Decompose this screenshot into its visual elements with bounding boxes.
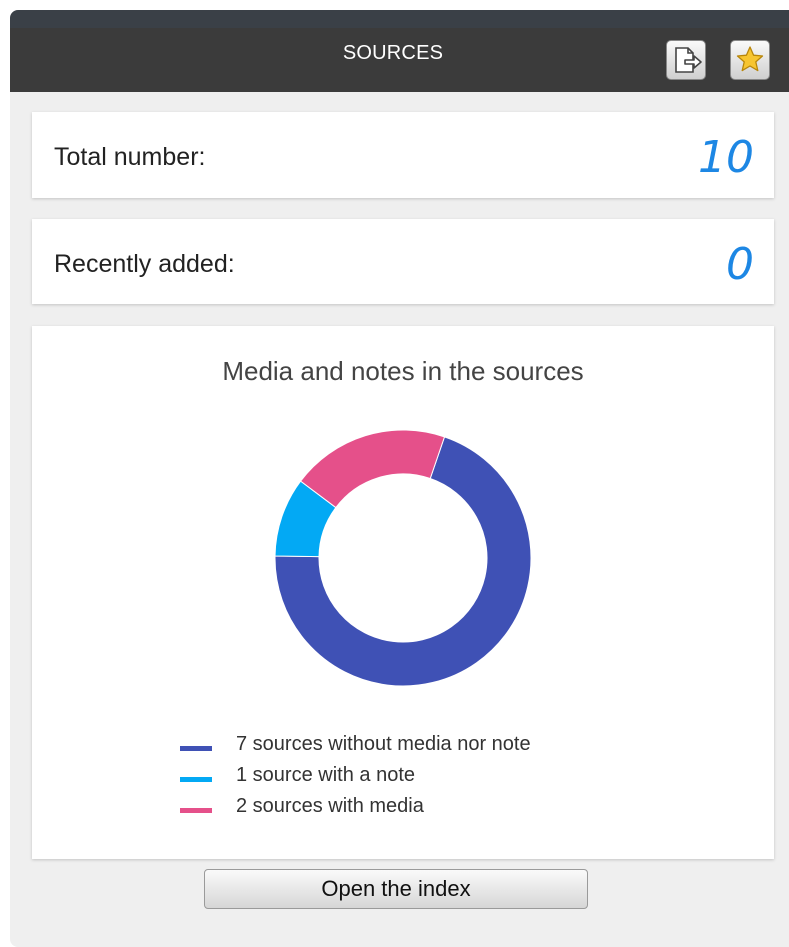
recently-added-card: Recently added: 0 xyxy=(32,219,774,304)
legend-swatch xyxy=(180,746,212,751)
export-page-icon xyxy=(675,47,702,73)
media-notes-chart-card: Media and notes in the sources 7 sources… xyxy=(32,326,774,859)
legend-label: 7 sources without media nor note xyxy=(236,733,531,755)
sources-widget: SOURCES Total number: 10 Recently added:… xyxy=(10,10,789,947)
legend-label: 2 sources with media xyxy=(236,795,424,817)
chart-title: Media and notes in the sources xyxy=(222,356,584,386)
legend-swatch xyxy=(180,808,212,813)
recently-added-label: Recently added: xyxy=(54,250,235,278)
recently-added-value: 0 xyxy=(726,239,754,290)
legend-label: 1 source with a note xyxy=(236,764,415,786)
favorite-button[interactable] xyxy=(730,40,770,80)
total-number-card: Total number: 10 xyxy=(32,112,774,198)
export-button[interactable] xyxy=(666,40,706,80)
window-top-strip xyxy=(0,0,789,10)
total-number-value: 10 xyxy=(698,132,754,183)
donut-chart xyxy=(274,429,532,687)
legend-swatch xyxy=(180,777,212,782)
star-icon xyxy=(736,46,764,72)
open-index-button[interactable]: Open the index xyxy=(204,869,588,909)
total-number-label: Total number: xyxy=(54,143,206,171)
widget-title: SOURCES xyxy=(342,42,444,64)
widget-titlebar: SOURCES xyxy=(10,10,789,92)
donut-slice[interactable] xyxy=(299,429,446,509)
